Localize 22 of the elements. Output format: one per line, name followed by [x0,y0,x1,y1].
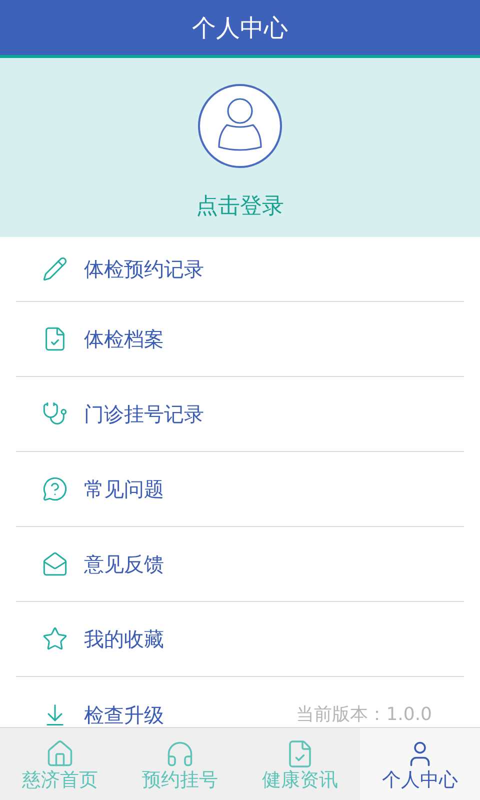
menu-item[interactable]: 我的收藏 [16,602,464,677]
menu-item[interactable]: 检查升级 当前版本：1.0.0 [16,677,464,727]
menu-label: 我的收藏 [84,626,164,653]
menu-label: 检查升级 [84,702,164,727]
menu-label: 意见反馈 [84,551,164,578]
menu-item[interactable]: 体检档案 [16,302,464,377]
house-icon [45,738,75,768]
menu-item[interactable]: 门诊挂号记录 [16,377,464,452]
tab[interactable]: 个人中心 [360,728,480,800]
version-text: 当前版本：1.0.0 [296,703,432,727]
page-title: 个人中心 [192,12,288,44]
question-bubble-icon [42,475,68,503]
person-icon [217,98,263,154]
menu-item[interactable]: 常见问题 [16,452,464,527]
menu-label: 常见问题 [84,476,164,503]
menu-label: 体检档案 [84,326,164,353]
menu-label: 体检预约记录 [84,256,204,283]
menu-item[interactable]: 意见反馈 [16,527,464,602]
open-envelope-icon [42,550,68,578]
menu-item[interactable]: 体检预约记录 [16,237,464,302]
menu-label: 门诊挂号记录 [84,401,204,428]
pencil-icon [42,255,68,283]
